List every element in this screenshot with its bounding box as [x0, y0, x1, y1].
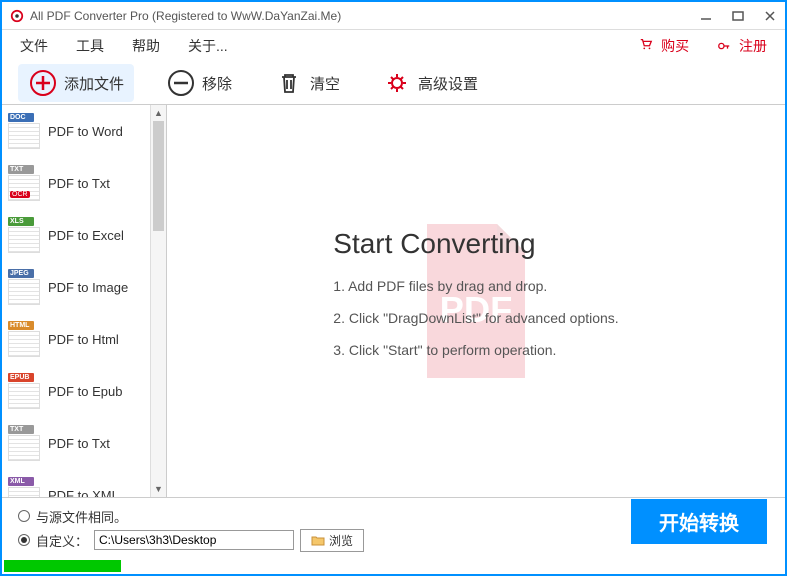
same-as-source-label: 与源文件相同。: [36, 507, 127, 526]
format-item[interactable]: TXT PDF to Txt: [2, 417, 150, 469]
format-list: DOC PDF to Word TXT OCR PDF to Txt XLS P…: [2, 105, 150, 497]
format-icon: JPEG: [8, 269, 40, 305]
format-label: PDF to Excel: [48, 228, 124, 243]
gear-icon: [382, 68, 412, 98]
format-icon: XLS: [8, 217, 40, 253]
format-label: PDF to Txt: [48, 176, 110, 191]
instruction-step: 1. Add PDF files by drag and drop.: [333, 278, 618, 294]
output-path-input[interactable]: [94, 530, 294, 550]
format-label: PDF to Epub: [48, 384, 122, 399]
scroll-thumb[interactable]: [153, 121, 164, 231]
custom-path-radio[interactable]: [18, 534, 30, 546]
scroll-up-icon[interactable]: ▲: [151, 105, 166, 121]
start-convert-button[interactable]: 开始转换: [631, 499, 767, 544]
scroll-down-icon[interactable]: ▼: [151, 481, 166, 497]
folder-icon: [311, 535, 325, 546]
browse-button[interactable]: 浏览: [300, 529, 364, 552]
custom-path-label: 自定义：: [36, 531, 88, 550]
menu-help[interactable]: 帮助: [132, 36, 160, 56]
main-heading: Start Converting: [333, 228, 618, 260]
format-label: PDF to Html: [48, 332, 119, 347]
format-label: PDF to XML: [48, 488, 119, 498]
format-icon: TXT OCR: [8, 165, 40, 201]
menu-tools[interactable]: 工具: [76, 36, 104, 56]
format-icon: EPUB: [8, 373, 40, 409]
clear-button[interactable]: 清空: [264, 64, 350, 102]
format-label: PDF to Word: [48, 124, 123, 139]
same-as-source-radio[interactable]: [18, 510, 30, 522]
instruction-step: 3. Click "Start" to perform operation.: [333, 342, 618, 358]
progress-bar: [4, 560, 783, 572]
window-title: All PDF Converter Pro (Registered to WwW…: [30, 9, 699, 23]
minimize-button[interactable]: [699, 9, 713, 23]
format-item[interactable]: EPUB PDF to Epub: [2, 365, 150, 417]
format-item[interactable]: HTML PDF to Html: [2, 313, 150, 365]
add-files-button[interactable]: 添加文件: [18, 64, 134, 102]
close-button[interactable]: [763, 9, 777, 23]
format-label: PDF to Image: [48, 280, 128, 295]
format-icon: TXT: [8, 425, 40, 461]
format-item[interactable]: DOC PDF to Word: [2, 105, 150, 157]
minus-icon: [166, 68, 196, 98]
format-item[interactable]: JPEG PDF to Image: [2, 261, 150, 313]
remove-button[interactable]: 移除: [156, 64, 242, 102]
trash-icon: [274, 68, 304, 98]
maximize-button[interactable]: [731, 9, 745, 23]
ocr-badge: OCR: [10, 191, 30, 198]
menu-register[interactable]: 注册: [717, 36, 767, 56]
format-item[interactable]: XLS PDF to Excel: [2, 209, 150, 261]
cart-icon: [639, 38, 653, 54]
drop-zone[interactable]: PDF Start Converting 1. Add PDF files by…: [167, 105, 785, 497]
sidebar-scrollbar[interactable]: ▲ ▼: [150, 105, 166, 497]
menu-about[interactable]: 关于...: [188, 36, 228, 56]
format-item[interactable]: XML PDF to XML: [2, 469, 150, 497]
plus-icon: [28, 68, 58, 98]
menu-file[interactable]: 文件: [20, 36, 48, 56]
menu-buy[interactable]: 购买: [639, 36, 689, 56]
key-icon: [717, 40, 731, 56]
settings-button[interactable]: 高级设置: [372, 64, 488, 102]
instruction-step: 2. Click "DragDownList" for advanced opt…: [333, 310, 618, 326]
format-icon: HTML: [8, 321, 40, 357]
app-icon: [10, 9, 24, 23]
format-item[interactable]: TXT OCR PDF to Txt: [2, 157, 150, 209]
format-icon: DOC: [8, 113, 40, 149]
format-icon: XML: [8, 477, 40, 497]
format-label: PDF to Txt: [48, 436, 110, 451]
